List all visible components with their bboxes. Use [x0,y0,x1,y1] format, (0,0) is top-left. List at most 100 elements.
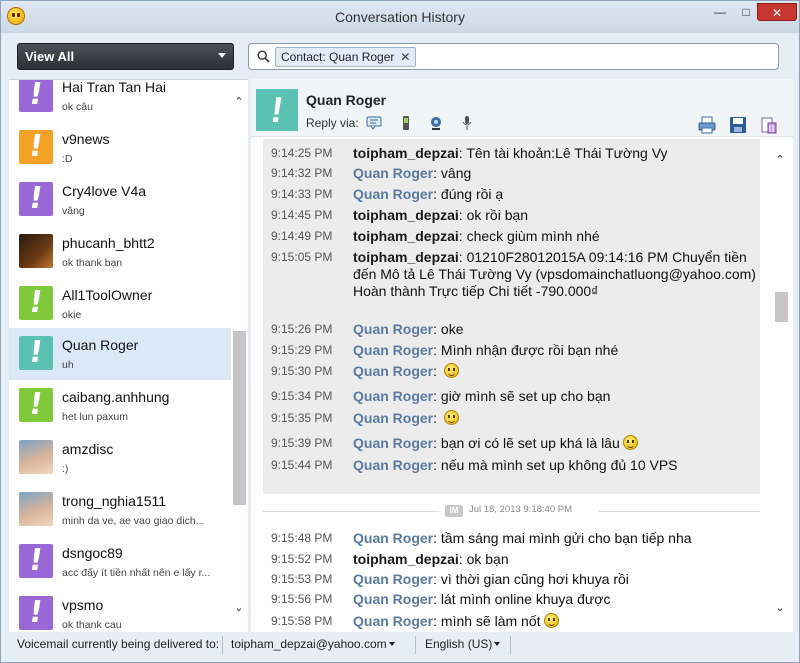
print-icon[interactable] [697,115,717,135]
contact-list-item[interactable]: ! caibang.anhhung het lun paxum [9,380,231,432]
contact-list-item[interactable]: trong_nghia1511 minh da ve, ae vao giao d… [9,484,231,536]
message-timestamp: 9:15:39 PM [271,436,333,450]
conversation-scrollbar[interactable]: ⌃ ⌄ [773,139,789,631]
message-text: mình sẽ làm nốt [440,613,541,629]
message-body: Quan Roger: mình sẽ làm nốt [353,613,757,630]
status-bar: Voicemail currently being delivered to: … [9,634,793,656]
contact-status: acc đấy ít tiền nhất nên e lấy r... [62,567,211,579]
message-text: ok rồi bạn [466,207,529,223]
contact-list-item[interactable]: ! Hai Tran Tan Hai ok cậu [9,79,231,122]
contact-list-item[interactable]: ! Quan Roger uh [9,328,231,380]
sender-separator: : [433,321,441,337]
message-timestamp: 9:14:32 PM [271,166,333,180]
contact-status: ok thank bạn [62,257,123,269]
contact-list-item[interactable]: ! dsngoc89 acc đấy ít tiền nhất nên e lấy … [9,536,231,588]
sender-separator: : [433,591,441,607]
sender-separator: : [433,457,441,473]
sender-separator: : [433,363,441,379]
message-sender: Quan Roger [353,165,434,181]
sender-separator: : [433,530,441,546]
search-filter-tag-label: Contact: Quan Roger [281,50,395,64]
view-filter-dropdown[interactable]: View All [17,43,234,70]
contact-list-item[interactable]: amzdisc:) [9,432,231,484]
delete-icon[interactable] [759,115,779,135]
message-sender: toipham_depzai [353,228,459,244]
scroll-down-icon[interactable]: ⌄ [773,601,787,614]
message-sender: Quan Roger [353,613,434,629]
message-sender: Quan Roger [353,342,434,358]
message-timestamp: 9:14:25 PM [271,146,333,160]
contact-name: dsngoc89 [62,545,123,561]
message-sender: toipham_depzai [353,249,459,265]
search-icon [257,50,270,63]
grin-emoticon-icon [622,435,638,450]
scroll-up-icon[interactable]: ⌃ [232,95,246,108]
contact-list-item[interactable]: ! Cry4love V4a vâng [9,174,231,226]
message-timestamp: 9:14:49 PM [271,229,333,243]
scrollbar-thumb[interactable] [233,331,246,505]
message-timestamp: 9:15:48 PM [271,531,333,545]
mobile-phone-icon[interactable] [398,115,414,131]
message-sender: Quan Roger [353,571,434,587]
contact-name: amzdisc [62,441,114,457]
message-sender: Quan Roger [353,410,434,426]
message-bubble-icon[interactable] [366,115,382,131]
contact-list-item[interactable]: ! All1ToolOwner okie [9,278,231,330]
message-sender: Quan Roger [353,186,434,202]
message-text: ok bạn [466,551,509,567]
message-sender: Quan Roger [353,363,434,379]
message-timestamp: 9:15:52 PM [271,552,333,566]
avatar: ! [19,80,53,112]
avatar: ! [19,388,53,422]
remove-tag-icon[interactable]: ✕ [400,50,410,64]
title-bar: Conversation History — □ ✕ [1,1,799,33]
sender-separator: : [433,435,441,451]
language-dropdown[interactable]: English (US) [425,637,501,651]
chevron-down-icon [218,53,226,58]
minimize-button[interactable]: — [707,3,733,21]
message-text: vì thời gian cũng hơi khuya rồi [440,571,629,587]
search-filter-tag: Contact: Quan Roger ✕ [275,47,417,67]
save-icon[interactable] [728,115,748,135]
contact-name: Quan Roger [62,337,139,353]
session-separator: IM Jul 18, 2013 9:18:40 PM [263,504,760,518]
voicemail-target: toipham_depzai@yahoo.com [231,637,387,651]
contact-list-item[interactable]: ! vpsmo ok thank cau [9,588,231,632]
microphone-icon[interactable] [459,115,475,131]
view-filter-value: View All [25,49,75,64]
smile-emoticon-icon [443,410,459,425]
contact-list-item[interactable]: ! v9news:D [9,122,231,174]
contact-status: :D [62,153,73,165]
search-input[interactable]: Contact: Quan Roger ✕ [248,43,779,70]
maximize-button[interactable]: □ [735,3,757,21]
message-text: giờ mình sẽ set up cho bạn [440,388,611,404]
divider [415,636,416,654]
conversation-header: ! Quan Roger Reply via: [251,79,793,137]
conversation-transcript: 9:14:25 PM toipham_depzai: Tên tài khoản:… [263,139,760,494]
contact-name: Hai Tran Tan Hai [62,79,167,95]
avatar [19,492,53,526]
separator-line [263,511,439,512]
chevron-down-icon [388,642,395,646]
contact-list-item[interactable]: phucanh_bhtt2 ok thank bạn [9,226,231,278]
message-text: bạn ơi có lẽ set up khá là lâu [440,435,620,451]
scroll-up-icon[interactable]: ⌃ [773,153,787,166]
message-sender: Quan Roger [353,388,434,404]
voicemail-target-dropdown[interactable]: toipham_depzai@yahoo.com [231,637,395,651]
avatar [19,234,53,268]
message-sender: toipham_depzai [353,207,459,223]
contact-list-scrollbar[interactable]: ⌃ ⌄ [232,93,246,625]
contact-name: v9news [62,131,110,147]
message-body: Quan Roger: giờ mình sẽ set up cho bạn [353,388,757,405]
contact-status: vâng [62,205,85,217]
scrollbar-thumb[interactable] [775,292,788,322]
message-text: nếu mà mình set up không đủ 10 VPS [440,457,678,473]
message-timestamp: 9:14:45 PM [271,208,333,222]
scroll-down-icon[interactable]: ⌄ [232,601,246,614]
message-text: check giùm mình nhé [466,228,600,244]
close-button[interactable]: ✕ [757,3,797,21]
webcam-icon[interactable] [428,115,444,131]
sender-separator: : [433,342,441,358]
message-sender: toipham_depzai [353,145,459,161]
message-body: toipham_depzai: ok bạn [353,551,757,568]
